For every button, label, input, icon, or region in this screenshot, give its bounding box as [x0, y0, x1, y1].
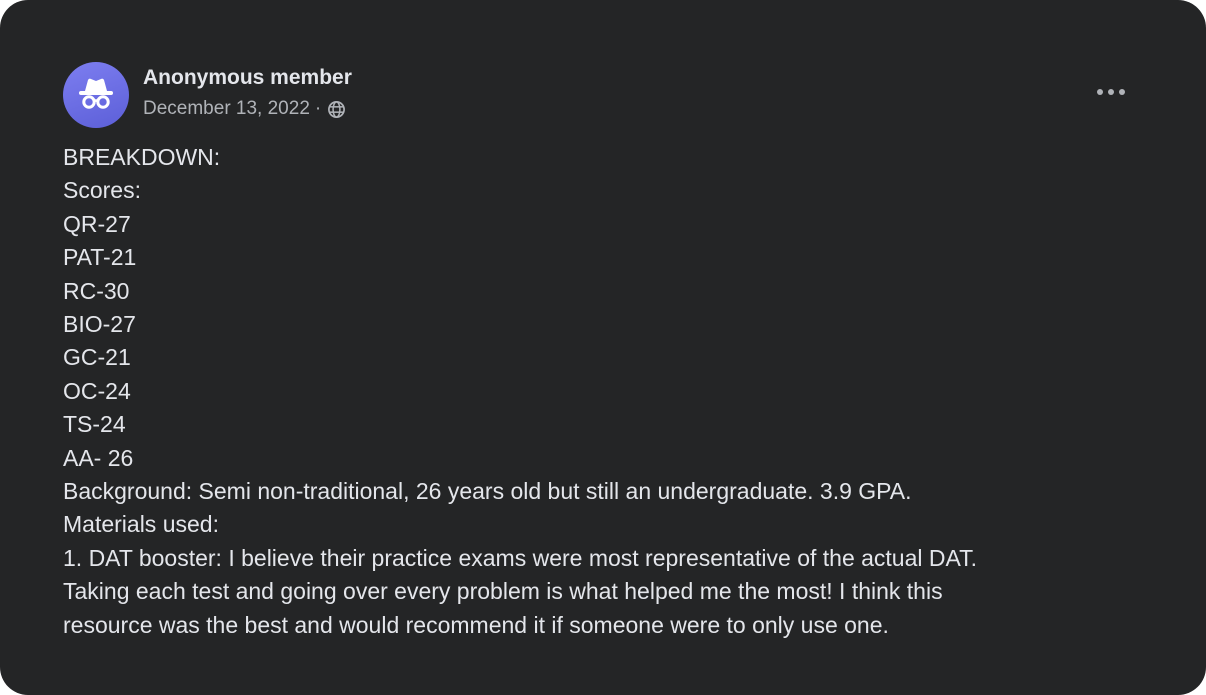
more-options-button[interactable] — [1093, 78, 1129, 106]
author-name[interactable]: Anonymous member — [143, 64, 352, 92]
post-line: resource was the best and would recommen… — [63, 611, 889, 638]
post-line: OC-24 — [63, 377, 131, 404]
post-subline: December 13, 2022 · — [143, 96, 352, 122]
post-meta: Anonymous member December 13, 2022 · — [143, 62, 352, 128]
post-line: RC-30 — [63, 277, 130, 304]
avatar[interactable] — [63, 62, 129, 128]
post-line: Background: Semi non-traditional, 26 yea… — [63, 478, 912, 505]
post-line: AA- 26 — [63, 444, 134, 471]
post-body: BREAKDOWN: Scores: QR-27 PAT-21 RC-30 BI… — [63, 141, 1153, 642]
post-date[interactable]: December 13, 2022 — [143, 96, 310, 122]
post-line: GC-21 — [63, 344, 131, 371]
post-line: QR-27 — [63, 210, 131, 237]
post-card: Anonymous member December 13, 2022 · BRE… — [0, 0, 1206, 695]
post-line: Taking each test and going over every pr… — [63, 578, 943, 605]
post-line: PAT-21 — [63, 244, 137, 271]
globe-icon — [328, 100, 346, 118]
post-line: Scores: — [63, 177, 141, 204]
post-header: Anonymous member December 13, 2022 · — [63, 62, 352, 128]
separator-dot: · — [314, 98, 322, 119]
post-line: BREAKDOWN: — [63, 144, 221, 170]
incognito-icon — [79, 78, 113, 109]
post-line: Materials used: — [63, 511, 219, 538]
more-horizontal-icon — [1097, 89, 1125, 95]
post-line: TS-24 — [63, 411, 126, 438]
post-line: 1. DAT booster: I believe their practice… — [63, 544, 978, 571]
post-line: BIO-27 — [63, 311, 136, 338]
